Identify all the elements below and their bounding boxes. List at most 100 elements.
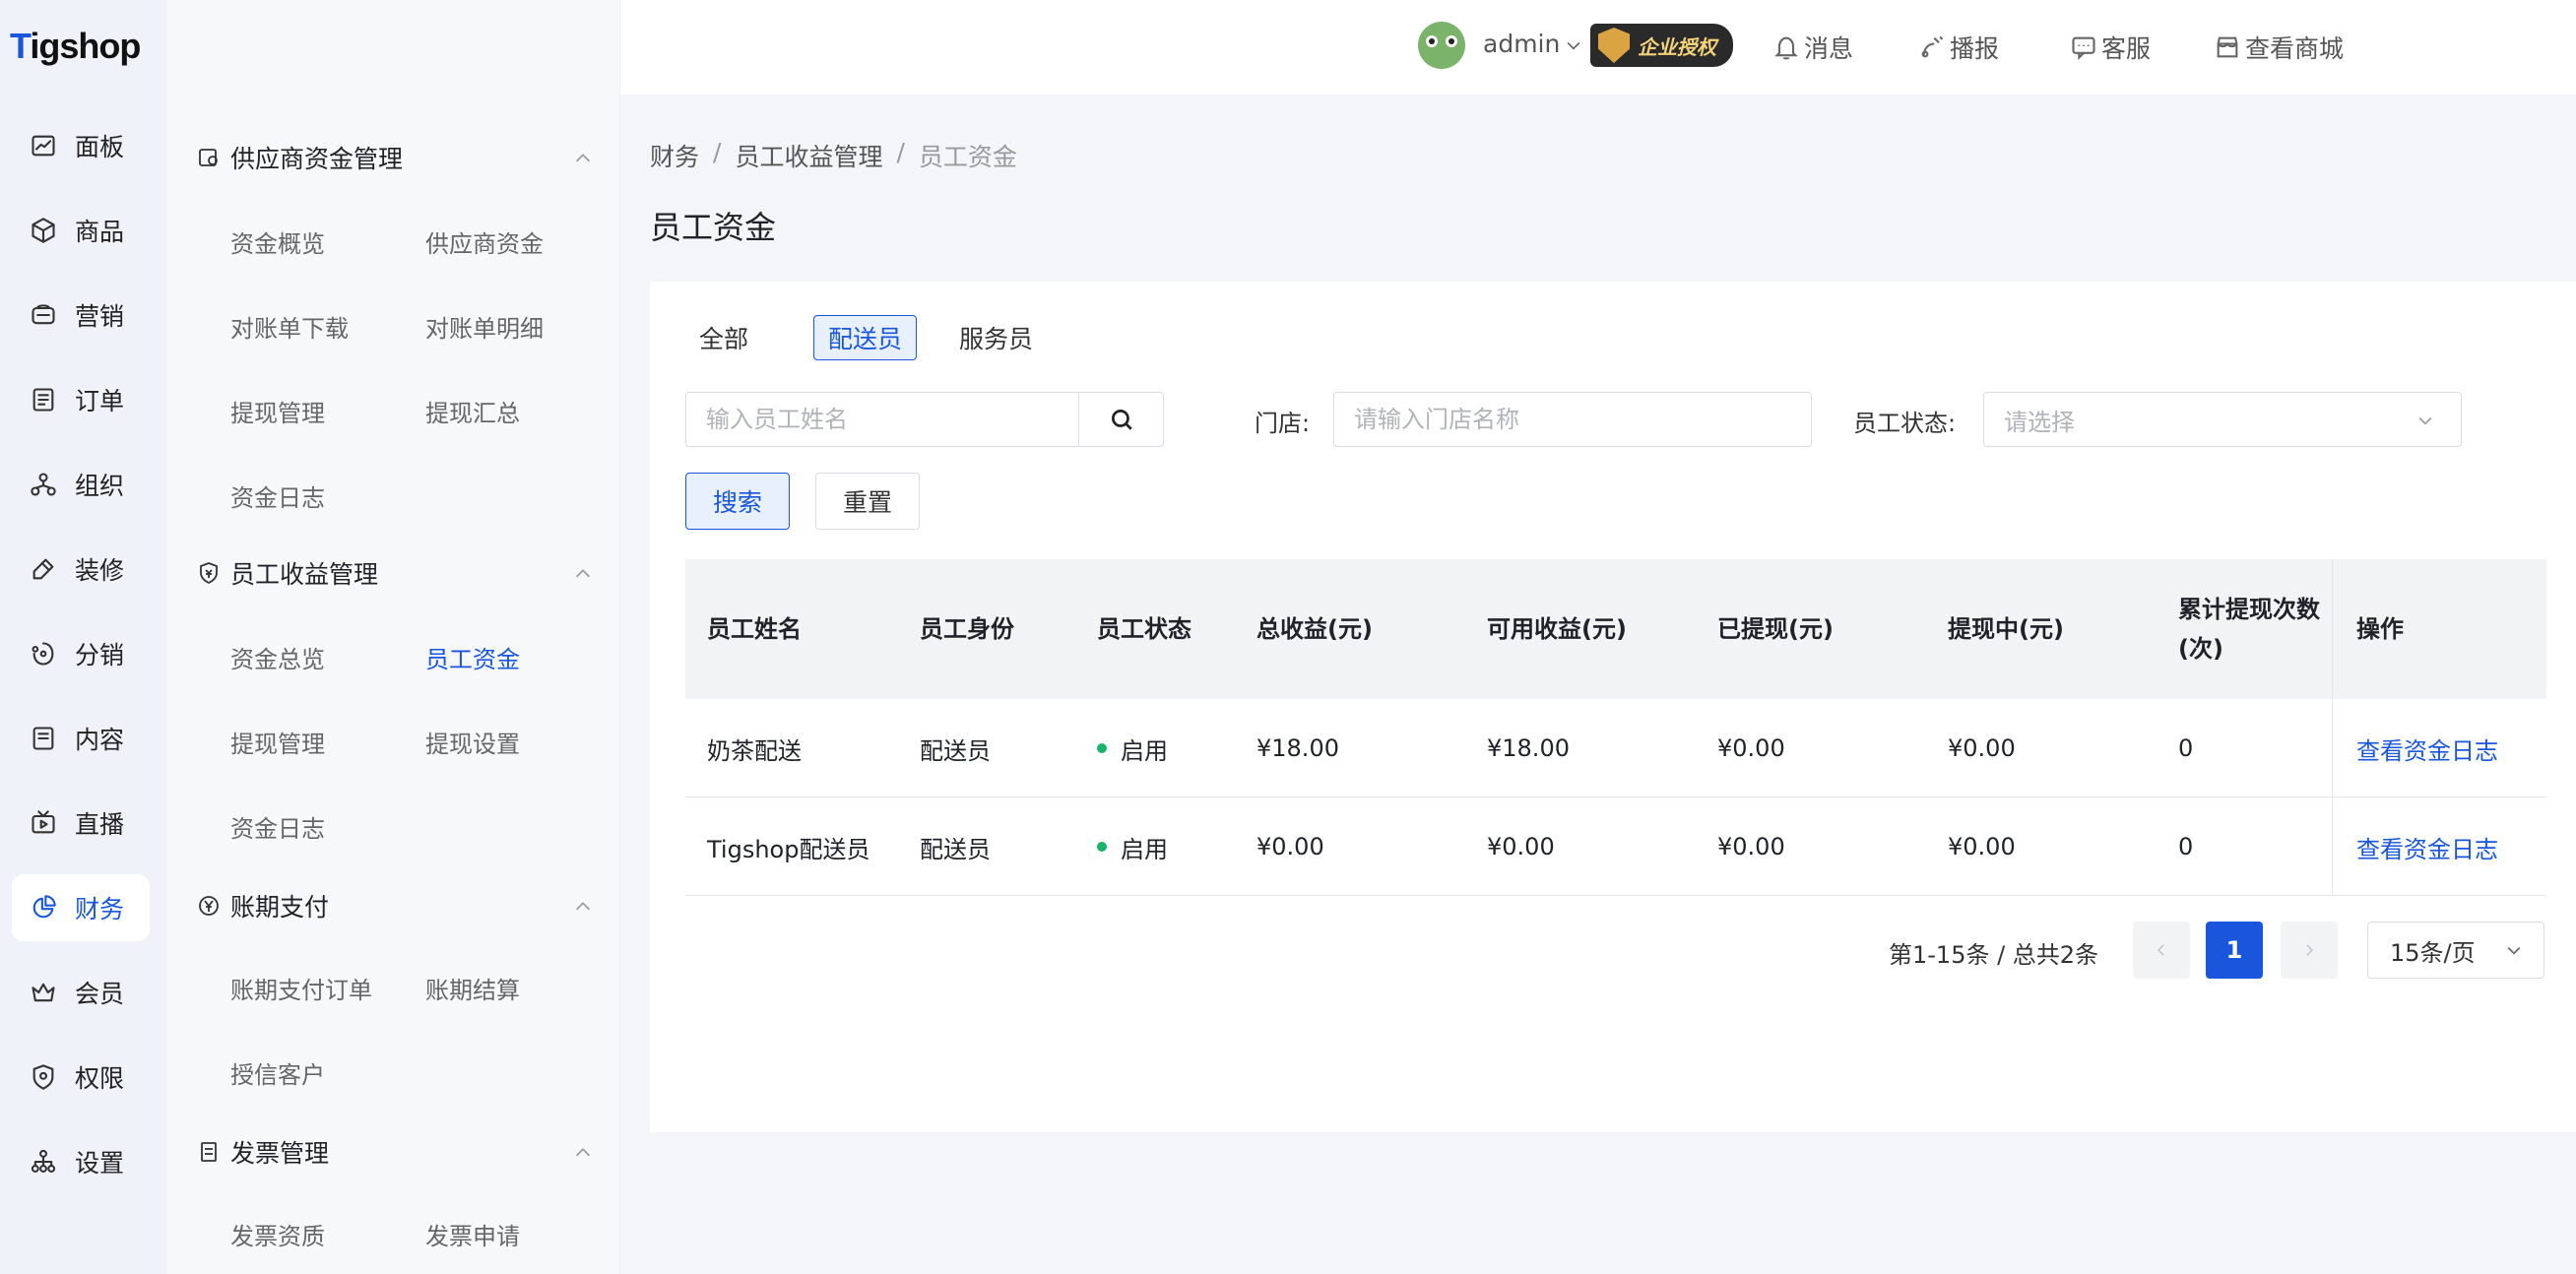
tab-service[interactable]: 服务员 xyxy=(945,315,1047,360)
name-search-button[interactable] xyxy=(1079,392,1164,447)
status-label: 员工状态: xyxy=(1853,410,1957,437)
subnav-item[interactable]: 供应商资金 xyxy=(425,224,544,259)
subnav-item[interactable]: 提现汇总 xyxy=(425,394,520,428)
page-number-current[interactable]: 1 xyxy=(2206,922,2263,979)
employee-name-input[interactable] xyxy=(685,392,1079,447)
column-header: 可用收益(元) xyxy=(1487,615,1627,643)
subnav-item[interactable]: 对账单明细 xyxy=(425,309,544,344)
breadcrumb-separator: / xyxy=(713,138,722,166)
tab-all[interactable]: 全部 xyxy=(685,315,762,360)
rail-label: 订单 xyxy=(75,387,125,415)
status-text: 启用 xyxy=(1121,835,1168,863)
rail-item-live[interactable]: 直播 xyxy=(12,790,150,857)
pagination-summary: 第1-15条 / 总共2条 xyxy=(1889,941,2099,969)
user-name[interactable]: admin xyxy=(1483,30,1560,58)
avatar[interactable] xyxy=(1418,22,1465,69)
view-fund-log-link[interactable]: 查看资金日志 xyxy=(2356,732,2498,766)
logo-text: Tigshop xyxy=(10,26,141,66)
chat-icon xyxy=(2072,36,2095,61)
page-title: 员工资金 xyxy=(650,209,777,246)
rail-item-marketing[interactable]: 营销 xyxy=(12,282,150,349)
chevron-up-icon xyxy=(575,569,591,578)
breadcrumb-item[interactable]: 员工收益管理 xyxy=(735,138,882,173)
rail-item-decoration[interactable]: 装修 xyxy=(12,536,150,603)
rail-label: 分销 xyxy=(75,641,125,669)
rail-label: 面板 xyxy=(75,133,125,161)
cell-role: 配送员 xyxy=(920,736,991,765)
view-store-button[interactable]: 查看商城 xyxy=(2214,30,2344,65)
breadcrumb-item[interactable]: 财务 xyxy=(650,138,699,173)
table-row: 奶茶配送 配送员 启用 ¥18.00 ¥18.00 ¥0.00 ¥0.00 0 … xyxy=(685,699,2546,797)
chevron-down-icon[interactable] xyxy=(1564,35,1583,55)
group-title: 账期支付 xyxy=(230,893,330,922)
group-employee-income[interactable]: 员工收益管理 xyxy=(197,553,606,593)
rail-label: 直播 xyxy=(75,810,125,839)
cell-action: 查看资金日志 xyxy=(2332,797,2546,896)
rail-item-finance[interactable]: 财务 xyxy=(12,874,150,941)
rail-item-orders[interactable]: 订单 xyxy=(12,366,150,433)
broadcast-icon xyxy=(1921,35,1944,58)
column-header: 员工状态 xyxy=(1097,615,1191,643)
chevron-up-icon xyxy=(575,1148,591,1157)
rail-label: 会员 xyxy=(75,980,125,1008)
subnav-item-active[interactable]: 员工资金 xyxy=(425,640,520,674)
column-header: 员工身份 xyxy=(920,615,1014,643)
store-input[interactable] xyxy=(1333,392,1812,447)
cell-pending: ¥0.00 xyxy=(1948,833,2016,860)
rail-label: 财务 xyxy=(75,895,125,924)
subnav-item[interactable]: 提现设置 xyxy=(425,725,520,759)
subnav-item[interactable]: 对账单下载 xyxy=(230,309,349,344)
breadcrumb: 财务 / 员工收益管理 / 员工资金 xyxy=(650,138,1017,173)
rail-item-distribution[interactable]: 分销 xyxy=(12,620,150,687)
cell-total: ¥0.00 xyxy=(1256,833,1324,860)
tab-delivery[interactable]: 配送员 xyxy=(813,315,918,360)
rail-item-permissions[interactable]: 权限 xyxy=(12,1044,150,1111)
breadcrumb-separator: / xyxy=(896,138,905,166)
view-fund-log-link[interactable]: 查看资金日志 xyxy=(2356,830,2498,864)
rail-item-settings[interactable]: 设置 xyxy=(12,1128,150,1195)
subnav-item[interactable]: 资金日志 xyxy=(230,809,325,844)
group-credit-payment[interactable]: 账期支付 xyxy=(197,886,606,925)
rail-item-members[interactable]: 会员 xyxy=(12,959,150,1026)
group-invoice[interactable]: 发票管理 xyxy=(197,1132,606,1172)
subnav-item[interactable]: 发票申请 xyxy=(425,1217,520,1251)
shield-money-icon xyxy=(200,562,218,585)
broadcast-button[interactable]: 播报 xyxy=(1918,30,1999,65)
subnav-item[interactable]: 账期结算 xyxy=(425,971,520,1005)
settings-icon xyxy=(31,1149,56,1173)
subnav-item[interactable]: 提现管理 xyxy=(230,394,325,428)
search-icon xyxy=(1111,409,1132,430)
store-label: 门店: xyxy=(1255,410,1311,437)
customer-service-button[interactable]: 客服 xyxy=(2070,30,2151,65)
subnav-item[interactable]: 资金概览 xyxy=(230,224,325,259)
page-size-select[interactable]: 15条/页 xyxy=(2367,922,2544,979)
status-select[interactable]: 请选择 xyxy=(1983,392,2462,447)
logo[interactable]: Tigshop xyxy=(10,22,158,71)
subnav-item[interactable]: 授信客户 xyxy=(230,1055,325,1090)
group-supplier-funds[interactable]: 供应商资金管理 xyxy=(197,138,606,177)
table-row: Tigshop配送员 配送员 启用 ¥0.00 ¥0.00 ¥0.00 ¥0.0… xyxy=(685,797,2546,896)
org-icon xyxy=(31,473,56,496)
subnav-item[interactable]: 提现管理 xyxy=(230,725,325,759)
subnav-item[interactable]: 账期支付订单 xyxy=(230,971,372,1005)
subnav-item[interactable]: 发票资质 xyxy=(230,1217,325,1251)
subnav-item[interactable]: 资金总览 xyxy=(230,640,325,674)
messages-button[interactable]: 消息 xyxy=(1772,30,1853,65)
rail-item-content[interactable]: 内容 xyxy=(12,705,150,772)
prev-page-button[interactable] xyxy=(2133,922,2190,979)
cell-withdrawn: ¥0.00 xyxy=(1717,734,1785,762)
column-header: 累计提现次数(次) xyxy=(2178,596,2320,663)
subnav-item[interactable]: 资金日志 xyxy=(230,478,325,513)
secondary-sidebar: 供应商资金管理 资金概览 供应商资金 对账单下载 对账单明细 提现管理 提现汇总… xyxy=(167,0,620,1274)
crown-icon xyxy=(32,983,55,1002)
rail-item-dashboard[interactable]: 面板 xyxy=(12,112,150,179)
reset-button[interactable]: 重置 xyxy=(815,473,920,530)
rail-item-products[interactable]: 商品 xyxy=(12,197,150,264)
search-button[interactable]: 搜索 xyxy=(685,473,790,530)
rail-item-organization[interactable]: 组织 xyxy=(12,451,150,518)
group-title: 发票管理 xyxy=(230,1139,330,1168)
next-page-button[interactable] xyxy=(2281,922,2338,979)
bell-icon xyxy=(1774,36,1798,60)
enterprise-license-badge[interactable]: 企业授权 xyxy=(1590,24,1733,67)
breadcrumb-current: 员工资金 xyxy=(918,143,1017,171)
